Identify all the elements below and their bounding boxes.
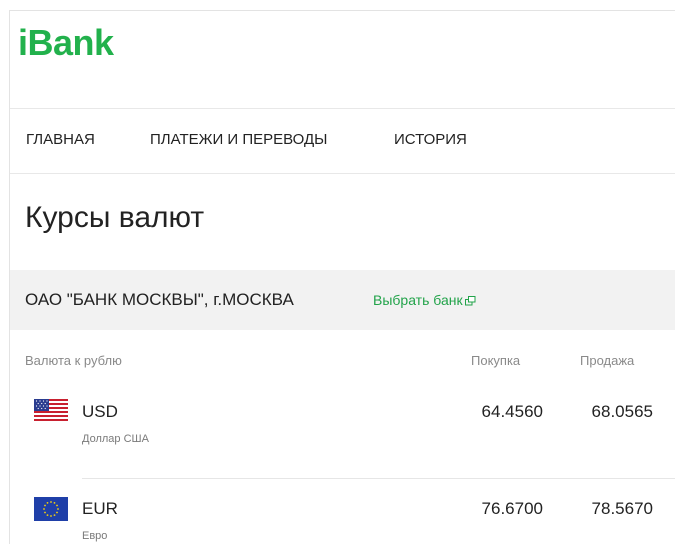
logo[interactable]: iBank: [18, 23, 114, 63]
bank-name: ОАО "БАНК МОСКВЫ", г.МОСКВА: [25, 290, 294, 309]
nav-item-history[interactable]: ИСТОРИЯ: [394, 131, 467, 149]
external-link-icon: [464, 296, 476, 306]
currency-code: EUR: [82, 499, 118, 518]
app-frame: iBank ГЛАВНАЯ ПЛАТЕЖИ И ПЕРЕВОДЫ ИСТОРИЯ…: [9, 10, 675, 544]
choose-bank-link[interactable]: Выбрать банк: [373, 291, 476, 309]
sell-rate: 78.5670: [591, 499, 653, 518]
currency-name: Доллар США: [82, 433, 149, 445]
us-flag-icon: [34, 399, 68, 423]
bank-bar: ОАО "БАНК МОСКВЫ", г.МОСКВА Выбрать банк: [10, 270, 675, 330]
currency-name: Евро: [82, 530, 108, 542]
nav-item-payments[interactable]: ПЛАТЕЖИ И ПЕРЕВОДЫ: [150, 131, 327, 149]
buy-rate: 76.6700: [481, 499, 543, 518]
currency-code: USD: [82, 402, 118, 421]
header: iBank: [10, 11, 675, 109]
row-divider: [82, 478, 675, 479]
sell-rate: 68.0565: [591, 402, 653, 421]
header-buy: Покупка: [471, 353, 521, 368]
buy-rate: 64.4560: [481, 402, 543, 421]
nav-item-home[interactable]: ГЛАВНАЯ: [26, 131, 95, 149]
eu-flag-icon: [34, 497, 68, 521]
choose-bank-label: Выбрать банк: [373, 292, 463, 308]
main-nav: ГЛАВНАЯ ПЛАТЕЖИ И ПЕРЕВОДЫ ИСТОРИЯ: [10, 109, 675, 174]
page-title: Курсы валют: [25, 201, 205, 234]
header-currency: Валюта к рублю: [25, 353, 122, 368]
header-sell: Продажа: [580, 353, 635, 368]
